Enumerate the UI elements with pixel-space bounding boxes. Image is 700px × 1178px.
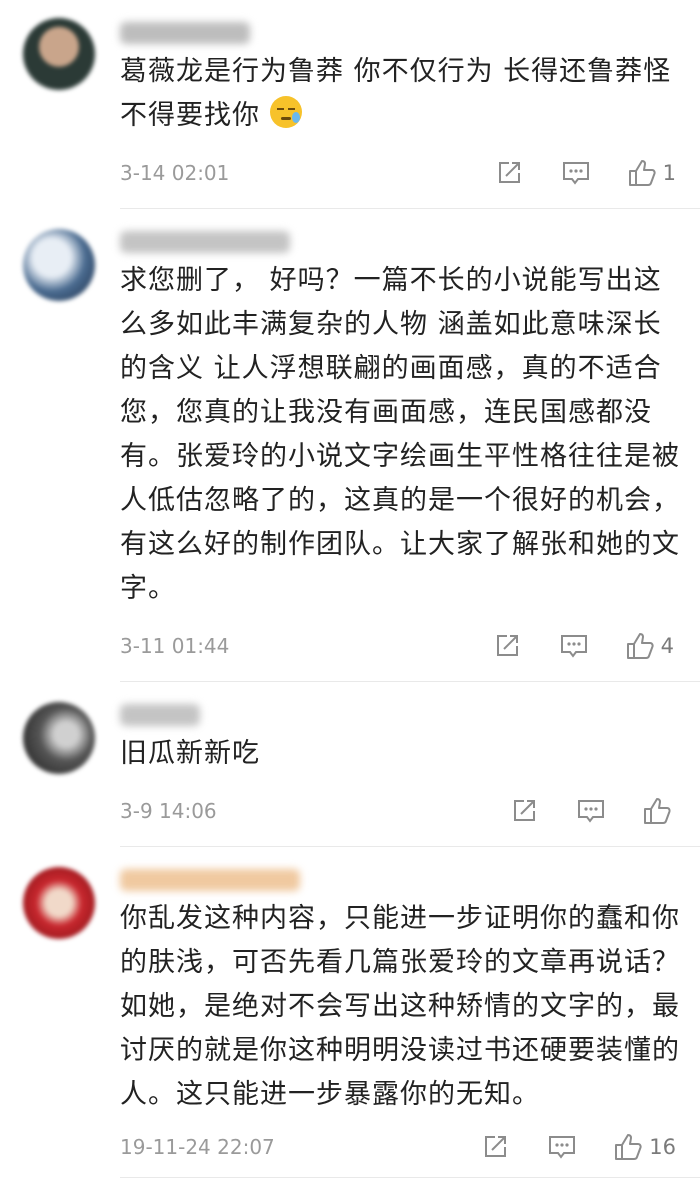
- comment-footer: 19-11-24 22:07 16: [120, 1117, 700, 1177]
- comment-footer: 3-11 01:44 4: [120, 611, 700, 681]
- comment-text: 求您删了， 好吗？一篇不长的小说能写出这么多如此丰满复杂的人物 涵盖如此意味深长…: [120, 265, 680, 604]
- username-blurred[interactable]: [120, 225, 700, 259]
- like-button[interactable]: [642, 796, 672, 826]
- thumbs-up-icon: [615, 1134, 642, 1160]
- comment-item: 葛薇龙是行为鲁莽 你不仅行为 长得还鲁莽怪不得要找你 3-14 02:01 1: [23, 0, 700, 209]
- comment-button[interactable]: [559, 632, 589, 660]
- comment-footer: 3-14 02:01 1: [120, 138, 700, 208]
- share-button[interactable]: [493, 632, 521, 660]
- share-icon: [514, 800, 535, 821]
- comment-time: 3-9 14:06: [120, 799, 217, 823]
- comment-actions: 4: [493, 631, 700, 661]
- comment-text: 葛薇龙是行为鲁莽 你不仅行为 长得还鲁莽怪不得要找你: [120, 56, 672, 131]
- like-button[interactable]: 1: [627, 158, 676, 188]
- share-button[interactable]: [495, 159, 523, 187]
- comment-time: 19-11-24 22:07: [120, 1135, 275, 1159]
- sad-tear-emoji-icon: [269, 96, 302, 128]
- comment-icon: [560, 635, 587, 658]
- share-button[interactable]: [481, 1133, 509, 1161]
- avatar[interactable]: [23, 229, 95, 301]
- comment-button[interactable]: [576, 797, 606, 825]
- comment-button[interactable]: [561, 159, 591, 187]
- comment-icon: [549, 1136, 576, 1159]
- comment-text: 旧瓜新新吃: [120, 738, 260, 769]
- comment-actions: 16: [481, 1132, 700, 1162]
- share-button[interactable]: [510, 797, 538, 825]
- comment-actions: [510, 796, 700, 826]
- comment-footer: 3-9 14:06: [120, 776, 700, 846]
- like-count: 4: [660, 634, 674, 658]
- comment-time: 3-11 01:44: [120, 634, 230, 658]
- avatar[interactable]: [23, 867, 95, 939]
- comment-button[interactable]: [547, 1133, 577, 1161]
- like-count: 16: [649, 1135, 676, 1159]
- thumbs-up-icon: [644, 798, 671, 824]
- like-button[interactable]: 4: [625, 631, 674, 661]
- like-button[interactable]: 16: [613, 1132, 676, 1162]
- username-blurred[interactable]: [120, 863, 700, 897]
- avatar[interactable]: [23, 18, 95, 90]
- username-blurred[interactable]: [120, 698, 700, 732]
- comment-actions: 1: [495, 158, 700, 188]
- comment-icon: [562, 162, 589, 185]
- thumbs-up-icon: [626, 633, 654, 659]
- username-blurred[interactable]: [120, 16, 700, 50]
- comment-item: 你乱发这种内容，只能进一步证明你的蠢和你的肤浅，可否先看几篇张爱玲的文章再说话？…: [23, 847, 700, 1178]
- share-icon: [496, 635, 518, 656]
- comment-icon: [578, 800, 604, 823]
- avatar[interactable]: [23, 702, 95, 774]
- thumbs-up-icon: [628, 160, 656, 186]
- share-icon: [485, 1136, 507, 1157]
- comment-time: 3-14 02:01: [120, 161, 230, 185]
- comment-text: 你乱发这种内容，只能进一步证明你的蠢和你的肤浅，可否先看几篇张爱玲的文章再说话？…: [120, 903, 680, 1110]
- share-icon: [498, 162, 520, 183]
- comment-item: 旧瓜新新吃 3-9 14:06: [23, 682, 700, 847]
- like-count: 1: [662, 161, 676, 185]
- comment-item: 求您删了， 好吗？一篇不长的小说能写出这么多如此丰满复杂的人物 涵盖如此意味深长…: [23, 209, 700, 682]
